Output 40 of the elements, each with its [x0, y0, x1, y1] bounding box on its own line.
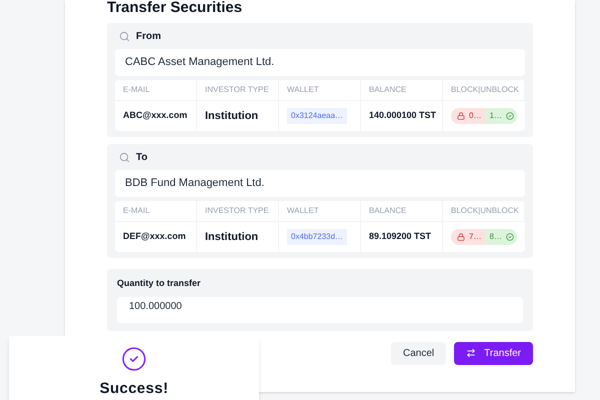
wallet-address[interactable]: 0x3124aeaa… — [287, 108, 348, 124]
check-circle-icon — [506, 233, 514, 241]
dialog-title: Transfer Securities — [107, 0, 244, 16]
column-header: BLOCK|UNBLOCK — [443, 80, 525, 101]
search-icon — [119, 30, 130, 42]
table-cell: ABC@xxx.com — [115, 101, 197, 131]
column-header: INVESTOR TYPE — [197, 201, 279, 222]
table-cell: Institution — [197, 101, 279, 131]
lock-icon — [457, 112, 465, 120]
table-cell: Institution — [197, 222, 279, 252]
table-cell: 89.109200 TST — [361, 222, 443, 252]
check-circle-icon — [506, 112, 514, 120]
quantity-field[interactable]: 100.000000 — [117, 296, 523, 322]
table-cell: DEF@xxx.com — [115, 222, 197, 252]
investor-field[interactable]: CABC Asset Management Ltd. — [115, 49, 525, 76]
column-header: WALLET — [279, 80, 361, 101]
block-button[interactable]: 7… — [451, 229, 486, 245]
column-header: BLOCK|UNBLOCK — [443, 201, 525, 222]
block-button[interactable]: 0… — [451, 108, 486, 124]
column-header: WALLET — [279, 201, 361, 222]
lock-icon — [457, 233, 465, 241]
table-cell: 140.000100 TST — [361, 101, 443, 131]
search-icon — [119, 152, 130, 162]
toast-title: Success! — [100, 379, 168, 399]
investor-field[interactable]: BDB Fund Management Ltd. — [115, 170, 525, 197]
column-header: BALANCE — [361, 201, 443, 222]
column-header: E-MAIL — [115, 201, 197, 222]
section-label: To — [136, 150, 148, 164]
unblock-button[interactable]: 8… — [485, 229, 517, 245]
transfer-icon — [466, 348, 476, 358]
section-label: From — [136, 30, 161, 44]
cancel-button[interactable]: Cancel — [390, 342, 446, 364]
check-circle-icon — [121, 346, 147, 372]
column-header: E-MAIL — [115, 80, 197, 101]
transfer-button[interactable]: Transfer — [454, 342, 533, 364]
unblock-button[interactable]: 1… — [485, 108, 517, 124]
quantity-label: Quantity to transfer — [117, 277, 202, 290]
column-header: INVESTOR TYPE — [197, 80, 279, 101]
wallet-address[interactable]: 0x4bb7233d… — [287, 229, 348, 245]
column-header: BALANCE — [361, 80, 443, 101]
